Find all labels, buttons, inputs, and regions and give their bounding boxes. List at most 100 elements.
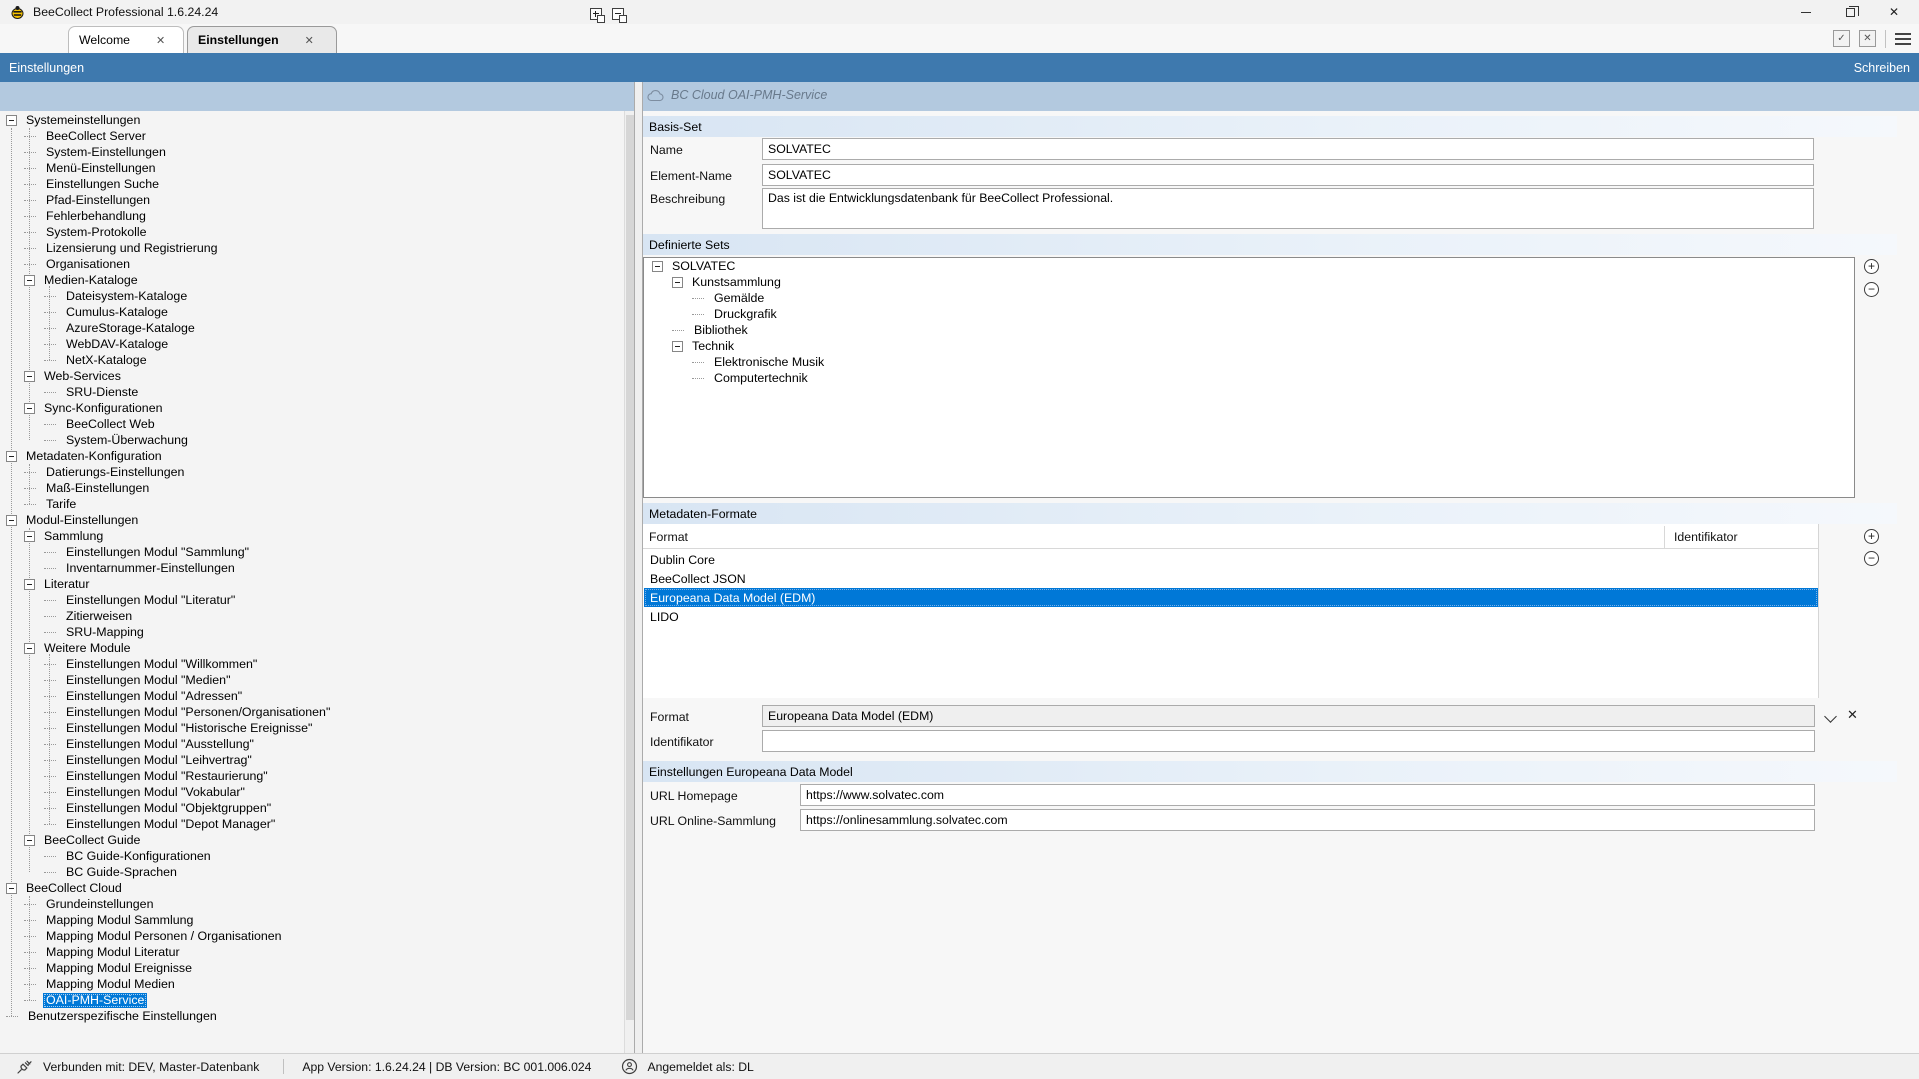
tree-item[interactable]: System-Überwachung [0,432,620,448]
collapse-expander-icon[interactable] [652,261,663,272]
tree-item[interactable]: Einstellungen Modul "Restaurierung" [0,768,620,784]
tree-item[interactable]: Weitere Module [0,640,620,656]
tree-item[interactable]: Web-Services [0,368,620,384]
collapse-expander-icon[interactable] [672,341,683,352]
formats-col-identifikator[interactable]: Identifikator [1674,530,1738,544]
collapse-expander-icon[interactable] [24,403,35,414]
close-button[interactable]: ✕ [1872,0,1916,24]
tree-item[interactable]: Einstellungen Suche [0,176,620,192]
set-tree-item[interactable]: Gemälde [644,290,1844,306]
tree-item[interactable]: Grundeinstellungen [0,896,620,912]
tree-item[interactable]: SRU-Dienste [0,384,620,400]
tab-einstellungen[interactable]: Einstellungen ✕ [187,26,337,53]
collapse-expander-icon[interactable] [24,275,35,286]
collapse-expander-icon[interactable] [6,515,17,526]
tree-item[interactable]: System-Protokolle [0,224,620,240]
minimize-button[interactable] [1784,0,1828,24]
tree-item[interactable]: Inventarnummer-Einstellungen [0,560,620,576]
tree-item[interactable]: Einstellungen Modul "Literatur" [0,592,620,608]
format-row[interactable]: LIDO [644,607,1818,626]
collapse-expander-icon[interactable] [24,531,35,542]
tree-item[interactable]: Einstellungen Modul "Historische Ereigni… [0,720,620,736]
tree-item[interactable]: Einstellungen Modul "Ausstellung" [0,736,620,752]
tree-item[interactable]: Einstellungen Modul "Leihvertrag" [0,752,620,768]
tree-item[interactable]: BC Guide-Sprachen [0,864,620,880]
tree-item[interactable]: Einstellungen Modul "Adressen" [0,688,620,704]
add-format-button[interactable]: + [1864,529,1879,544]
tree-item[interactable]: Datierungs-Einstellungen [0,464,620,480]
tree-item[interactable]: Literatur [0,576,620,592]
tree-item[interactable]: Dateisystem-Kataloge [0,288,620,304]
apply-check-button[interactable]: ✓ [1833,30,1850,47]
collapse-expander-icon[interactable] [6,883,17,894]
tree-item[interactable]: OAI-PMH-Service [0,992,620,1008]
element-name-field[interactable] [762,164,1814,186]
url-online-sammlung-field[interactable] [800,809,1815,831]
tree-item[interactable]: Mapping Modul Personen / Organisationen [0,928,620,944]
collapse-expander-icon[interactable] [24,579,35,590]
collapse-expander-icon[interactable] [672,277,683,288]
tree-item[interactable]: Einstellungen Modul "Medien" [0,672,620,688]
collapse-all-icon[interactable] [612,8,624,20]
panel-splitter[interactable] [634,82,643,1053]
tree-item[interactable]: NetX-Kataloge [0,352,620,368]
tree-item[interactable]: Einstellungen Modul "Personen/Organisati… [0,704,620,720]
tree-item[interactable]: Einstellungen Modul "Objektgruppen" [0,800,620,816]
tree-item[interactable]: Maß-Einstellungen [0,480,620,496]
collapse-expander-icon[interactable] [6,115,17,126]
set-tree-item[interactable]: SOLVATEC [644,258,1844,274]
tree-item[interactable]: Zitierweisen [0,608,620,624]
set-tree-item[interactable]: Elektronische Musik [644,354,1844,370]
format-row[interactable]: BeeCollect JSON [644,569,1818,588]
tree-item[interactable]: System-Einstellungen [0,144,620,160]
collapse-expander-icon[interactable] [6,451,17,462]
beschreibung-field[interactable]: Das ist die Entwicklungsdatenbank für Be… [762,188,1814,229]
name-field[interactable] [762,138,1814,160]
tree-item[interactable]: Einstellungen Modul "Vokabular" [0,784,620,800]
tree-item[interactable]: Fehlerbehandlung [0,208,620,224]
tree-item[interactable]: Mapping Modul Sammlung [0,912,620,928]
tree-item[interactable]: Mapping Modul Literatur [0,944,620,960]
collapse-expander-icon[interactable] [24,835,35,846]
set-tree-item[interactable]: Computertechnik [644,370,1844,386]
tree-item[interactable]: Modul-Einstellungen [0,512,620,528]
tree-item[interactable]: SRU-Mapping [0,624,620,640]
tree-scrollbar[interactable] [624,111,634,1053]
menu-icon[interactable] [1895,33,1911,45]
set-tree-item[interactable]: Bibliothek [644,322,1844,338]
tree-item[interactable]: Medien-Kataloge [0,272,620,288]
tree-item[interactable]: Pfad-Einstellungen [0,192,620,208]
tree-item[interactable]: Mapping Modul Ereignisse [0,960,620,976]
tree-item[interactable]: Einstellungen Modul "Sammlung" [0,544,620,560]
tree-item[interactable]: Einstellungen Modul "Depot Manager" [0,816,620,832]
remove-set-button[interactable]: − [1864,282,1879,297]
identifikator-field[interactable] [762,730,1815,752]
cancel-x-button[interactable]: ✕ [1859,30,1876,47]
tree-item[interactable]: WebDAV-Kataloge [0,336,620,352]
set-tree-item[interactable]: Kunstsammlung [644,274,1844,290]
clear-format-icon[interactable]: ✕ [1847,708,1858,721]
tree-item[interactable]: BeeCollect Server [0,128,620,144]
tree-item[interactable]: Tarife [0,496,620,512]
tree-item[interactable]: BeeCollect Web [0,416,620,432]
tree-item[interactable]: Organisationen [0,256,620,272]
url-homepage-field[interactable] [800,784,1815,806]
tree-item[interactable]: Einstellungen Modul "Willkommen" [0,656,620,672]
tab-einstellungen-close-icon[interactable]: ✕ [305,34,314,47]
format-row[interactable]: Europeana Data Model (EDM) [644,588,1818,607]
restore-button[interactable] [1828,0,1872,24]
tree-item[interactable]: Lizensierung und Registrierung [0,240,620,256]
tree-scrollbar-thumb[interactable] [626,115,634,1020]
tab-welcome-close-icon[interactable]: ✕ [156,34,165,47]
set-tree-item[interactable]: Druckgrafik [644,306,1844,322]
set-tree-item[interactable]: Technik [644,338,1844,354]
tree-item[interactable]: Systemeinstellungen [0,112,620,128]
tree-item[interactable]: Sammlung [0,528,620,544]
tree-item[interactable]: Menü-Einstellungen [0,160,620,176]
tree-item[interactable]: BC Guide-Konfigurationen [0,848,620,864]
tree-item[interactable]: Metadaten-Konfiguration [0,448,620,464]
format-detail-field[interactable] [762,705,1815,727]
add-set-button[interactable]: + [1864,259,1879,274]
remove-format-button[interactable]: − [1864,551,1879,566]
collapse-expander-icon[interactable] [24,643,35,654]
